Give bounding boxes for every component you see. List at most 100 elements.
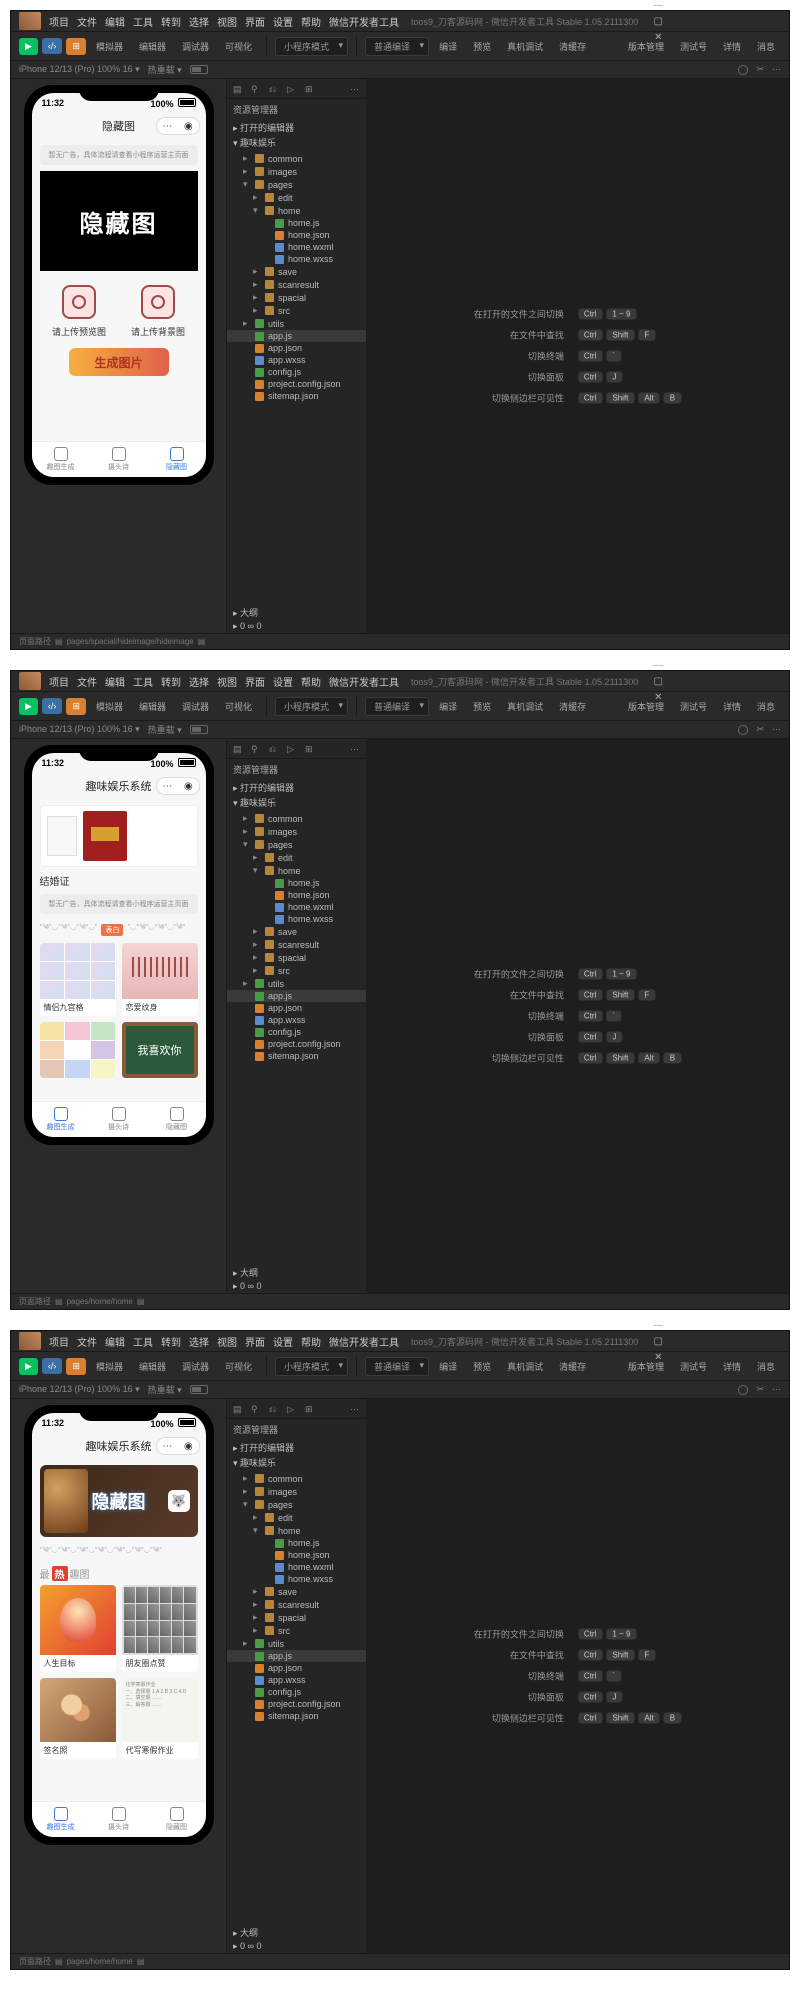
file-node[interactable]: ▸src <box>227 1624 366 1637</box>
file-node[interactable]: ▸common <box>227 812 366 825</box>
upload-background[interactable]: 请上传背景图 <box>131 285 185 338</box>
debugger-label[interactable]: 调试器 <box>176 37 215 56</box>
timeline[interactable]: ▸ 0 ∞ 0 <box>227 620 366 633</box>
file-node[interactable]: ▸edit <box>227 851 366 864</box>
file-node[interactable]: ▾pages <box>227 178 366 191</box>
file-node[interactable]: config.js <box>227 366 366 378</box>
file-node[interactable]: home.js <box>227 877 366 889</box>
card-tattoo[interactable]: 恋爱纹身 <box>122 943 198 1016</box>
hero-banner[interactable]: 隐藏图🐺 <box>40 1465 198 1537</box>
capsule-button[interactable]: ⋯◉ <box>156 117 200 135</box>
file-node[interactable]: home.wxml <box>227 241 366 253</box>
file-node[interactable]: app.wxss <box>227 1014 366 1026</box>
menu-item[interactable]: 界面 <box>245 14 265 29</box>
file-node[interactable]: ▸scanresult <box>227 1598 366 1611</box>
file-node[interactable]: home.json <box>227 229 366 241</box>
file-node[interactable]: ▸edit <box>227 1511 366 1524</box>
file-node[interactable]: ▸common <box>227 152 366 165</box>
file-node[interactable]: ▸spacial <box>227 291 366 304</box>
root-folder[interactable]: ▾ 趣味娱乐 <box>227 135 366 150</box>
more-icon[interactable]: ⋯ <box>772 64 781 75</box>
card-nine[interactable]: 情侣九宫格 <box>40 943 116 1016</box>
file-node[interactable]: ▾home <box>227 1524 366 1537</box>
file-node[interactable]: sitemap.json <box>227 1710 366 1722</box>
file-node[interactable]: ▸common <box>227 1472 366 1485</box>
card-color[interactable] <box>40 1022 116 1078</box>
visual-label[interactable]: 可视化 <box>219 37 258 56</box>
file-node[interactable]: sitemap.json <box>227 390 366 402</box>
file-node[interactable]: project.config.json <box>227 1698 366 1710</box>
file-node[interactable]: ▸utils <box>227 977 366 990</box>
file-node[interactable]: home.wxss <box>227 913 366 925</box>
editor-toggle[interactable]: ‹/› <box>42 38 63 54</box>
file-node[interactable]: ▸scanresult <box>227 938 366 951</box>
upload-preview[interactable]: 请上传预览图 <box>52 285 106 338</box>
file-node[interactable]: home.js <box>227 1537 366 1549</box>
realdev-button[interactable]: 真机调试 <box>501 37 549 56</box>
file-node[interactable]: sitemap.json <box>227 1050 366 1062</box>
file-node[interactable]: ▸utils <box>227 317 366 330</box>
file-node[interactable]: ▸scanresult <box>227 278 366 291</box>
file-node[interactable]: ▾home <box>227 204 366 217</box>
file-node[interactable]: config.js <box>227 1026 366 1038</box>
menu-item[interactable]: 设置 <box>273 14 293 29</box>
file-node[interactable]: ▸edit <box>227 191 366 204</box>
clear-button[interactable]: 清缓存 <box>553 37 592 56</box>
file-node[interactable]: home.wxss <box>227 253 366 265</box>
compile-dropdown[interactable]: 普通编译 <box>365 37 429 56</box>
compile-button[interactable]: 编译 <box>433 37 463 56</box>
file-node[interactable]: app.js <box>227 990 366 1002</box>
file-node[interactable]: home.json <box>227 1549 366 1561</box>
device-dropdown[interactable]: iPhone 12/13 (Pro) 100% 16 ▾ <box>19 64 140 75</box>
file-node[interactable]: ▸src <box>227 304 366 317</box>
menu-item[interactable]: 编辑 <box>105 14 125 29</box>
generate-button[interactable]: 生成图片 <box>69 348 169 376</box>
file-node[interactable]: ▸images <box>227 825 366 838</box>
version-button[interactable]: 版本管理 <box>622 37 670 56</box>
file-node[interactable]: ▸images <box>227 1485 366 1498</box>
menu-item[interactable]: 视图 <box>217 14 237 29</box>
tab-hide[interactable]: 隐藏图 <box>148 442 206 477</box>
menu-item[interactable]: 工具 <box>133 14 153 29</box>
debug-icon[interactable]: ▷ <box>287 84 297 94</box>
file-node[interactable]: project.config.json <box>227 378 366 390</box>
ext-icon[interactable]: ⊞ <box>305 84 315 94</box>
menu-item[interactable]: 选择 <box>189 14 209 29</box>
file-node[interactable]: ▸save <box>227 1585 366 1598</box>
file-node[interactable]: app.js <box>227 1650 366 1662</box>
file-node[interactable]: ▸save <box>227 925 366 938</box>
file-node[interactable]: ▸spacial <box>227 1611 366 1624</box>
open-editors[interactable]: ▸ 打开的编辑器 <box>227 120 366 135</box>
card-board[interactable]: 我喜欢你 <box>122 1022 198 1078</box>
file-node[interactable]: app.wxss <box>227 1674 366 1686</box>
menu-item[interactable]: 帮助 <box>301 14 321 29</box>
mode-dropdown[interactable]: 小程序模式 <box>275 37 348 56</box>
test-button[interactable]: 测试号 <box>674 37 713 56</box>
file-node[interactable]: ▾pages <box>227 838 366 851</box>
details-button[interactable]: 详情 <box>717 37 747 56</box>
debugger-toggle[interactable]: ⊞ <box>66 38 86 55</box>
outline[interactable]: ▸ 大纲 <box>227 605 366 620</box>
menu-item[interactable]: 转到 <box>161 14 181 29</box>
page-path[interactable]: pages/spacial/hideimage/hideimage <box>67 637 194 646</box>
hotreload-dropdown[interactable]: 热重载 ▾ <box>148 63 182 76</box>
file-node[interactable]: home.wxml <box>227 1561 366 1573</box>
maximize-icon[interactable]: ▢ <box>646 13 670 29</box>
files-icon[interactable]: ▤ <box>233 84 243 94</box>
branch-icon[interactable]: ⎌ <box>269 84 279 94</box>
simulator-label[interactable]: 模拟器 <box>90 37 129 56</box>
mute-icon[interactable] <box>738 65 748 75</box>
minimize-icon[interactable]: — <box>646 0 670 13</box>
file-node[interactable]: home.js <box>227 217 366 229</box>
simulator-button[interactable]: ▶ <box>19 38 38 55</box>
file-node[interactable]: app.js <box>227 330 366 342</box>
file-node[interactable]: home.wxml <box>227 901 366 913</box>
search-icon[interactable]: ⚲ <box>251 84 261 94</box>
file-node[interactable]: ▸utils <box>227 1637 366 1650</box>
file-node[interactable]: home.json <box>227 889 366 901</box>
file-node[interactable]: app.json <box>227 342 366 354</box>
file-node[interactable]: app.wxss <box>227 354 366 366</box>
preview-button[interactable]: 预览 <box>467 37 497 56</box>
menu-item[interactable]: 微信开发者工具 <box>329 14 399 29</box>
file-node[interactable]: ▸save <box>227 265 366 278</box>
